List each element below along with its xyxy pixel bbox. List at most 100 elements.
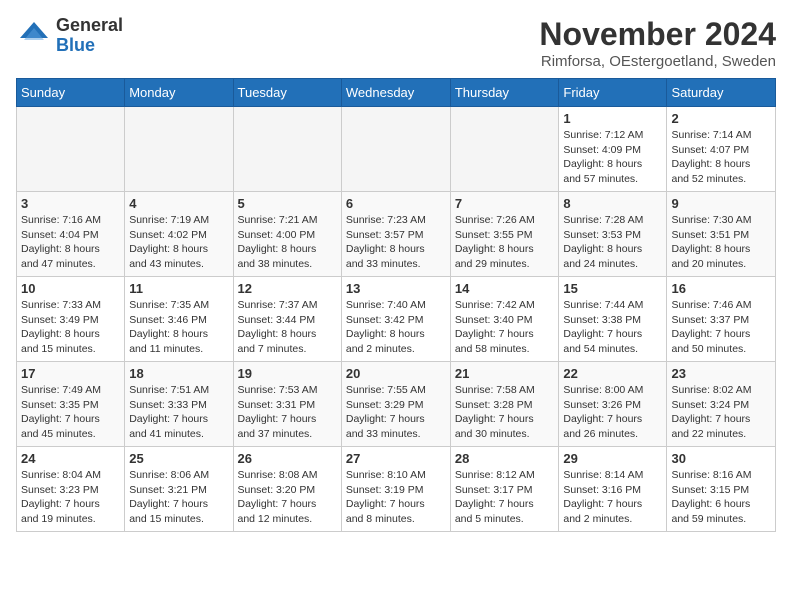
calendar-cell: 6 Sunrise: 7:23 AM Sunset: 3:57 PM Daylig… xyxy=(341,192,450,277)
calendar-cell: 20 Sunrise: 7:55 AM Sunset: 3:29 PM Dayli… xyxy=(341,362,450,447)
calendar-cell: 27 Sunrise: 8:10 AM Sunset: 3:19 PM Dayli… xyxy=(341,447,450,532)
day-number: 3 xyxy=(21,196,120,211)
calendar-cell: 25Sunrise: 8:06 AM Sunset: 3:21 PM Dayli… xyxy=(125,447,233,532)
day-info: Sunrise: 8:00 AM Sunset: 3:26 PM Dayligh… xyxy=(563,383,662,442)
calendar-cell: 3 Sunrise: 7:16 AM Sunset: 4:04 PM Daylig… xyxy=(17,192,125,277)
day-number: 15 xyxy=(563,281,662,296)
calendar-cell: 7 Sunrise: 7:26 AM Sunset: 3:55 PM Daylig… xyxy=(450,192,559,277)
day-number: 24 xyxy=(21,451,120,466)
day-info: Sunrise: 8:06 AM Sunset: 3:21 PM Dayligh… xyxy=(129,468,228,527)
day-number: 12 xyxy=(238,281,337,296)
day-info: Sunrise: 7:30 AM Sunset: 3:51 PM Dayligh… xyxy=(671,213,771,272)
day-number: 20 xyxy=(346,366,446,381)
week-row-1: 1 Sunrise: 7:12 AM Sunset: 4:09 PM Daylig… xyxy=(17,107,776,192)
day-info: Sunrise: 7:44 AM Sunset: 3:38 PM Dayligh… xyxy=(563,298,662,357)
calendar-cell: 22 Sunrise: 8:00 AM Sunset: 3:26 PM Dayli… xyxy=(559,362,667,447)
day-info: Sunrise: 8:10 AM Sunset: 3:19 PM Dayligh… xyxy=(346,468,446,527)
day-info: Sunrise: 7:12 AM Sunset: 4:09 PM Dayligh… xyxy=(563,128,662,187)
day-info: Sunrise: 7:19 AM Sunset: 4:02 PM Dayligh… xyxy=(129,213,228,272)
calendar-cell: 13 Sunrise: 7:40 AM Sunset: 3:42 PM Dayli… xyxy=(341,277,450,362)
day-number: 19 xyxy=(238,366,337,381)
calendar-cell: 14Sunrise: 7:42 AM Sunset: 3:40 PM Dayli… xyxy=(450,277,559,362)
day-info: Sunrise: 7:23 AM Sunset: 3:57 PM Dayligh… xyxy=(346,213,446,272)
calendar-table: SundayMondayTuesdayWednesdayThursdayFrid… xyxy=(16,78,776,532)
day-info: Sunrise: 8:14 AM Sunset: 3:16 PM Dayligh… xyxy=(563,468,662,527)
day-number: 27 xyxy=(346,451,446,466)
day-info: Sunrise: 7:16 AM Sunset: 4:04 PM Dayligh… xyxy=(21,213,120,272)
day-number: 29 xyxy=(563,451,662,466)
week-row-2: 3 Sunrise: 7:16 AM Sunset: 4:04 PM Daylig… xyxy=(17,192,776,277)
day-info: Sunrise: 8:16 AM Sunset: 3:15 PM Dayligh… xyxy=(671,468,771,527)
day-info: Sunrise: 7:53 AM Sunset: 3:31 PM Dayligh… xyxy=(238,383,337,442)
day-number: 14 xyxy=(455,281,555,296)
day-info: Sunrise: 8:12 AM Sunset: 3:17 PM Dayligh… xyxy=(455,468,555,527)
week-row-3: 10 Sunrise: 7:33 AM Sunset: 3:49 PM Dayli… xyxy=(17,277,776,362)
weekday-header-saturday: Saturday xyxy=(667,79,776,107)
location-subtitle: Rimforsa, OEstergoetland, Sweden xyxy=(539,53,776,70)
day-number: 9 xyxy=(671,196,771,211)
day-info: Sunrise: 7:28 AM Sunset: 3:53 PM Dayligh… xyxy=(563,213,662,272)
calendar-cell xyxy=(125,107,233,192)
calendar-cell: 29 Sunrise: 8:14 AM Sunset: 3:16 PM Dayli… xyxy=(559,447,667,532)
logo-blue: Blue xyxy=(56,35,95,55)
calendar-cell xyxy=(233,107,341,192)
calendar-cell: 24 Sunrise: 8:04 AM Sunset: 3:23 PM Dayli… xyxy=(17,447,125,532)
day-number: 5 xyxy=(238,196,337,211)
logo-icon xyxy=(16,18,52,54)
calendar-cell: 1 Sunrise: 7:12 AM Sunset: 4:09 PM Daylig… xyxy=(559,107,667,192)
day-info: Sunrise: 7:46 AM Sunset: 3:37 PM Dayligh… xyxy=(671,298,771,357)
page-header: General Blue November 2024 Rimforsa, OEs… xyxy=(16,16,776,70)
day-number: 8 xyxy=(563,196,662,211)
day-number: 28 xyxy=(455,451,555,466)
day-number: 13 xyxy=(346,281,446,296)
day-number: 17 xyxy=(21,366,120,381)
day-number: 10 xyxy=(21,281,120,296)
calendar-cell: 28 Sunrise: 8:12 AM Sunset: 3:17 PM Dayli… xyxy=(450,447,559,532)
calendar-cell: 9 Sunrise: 7:30 AM Sunset: 3:51 PM Daylig… xyxy=(667,192,776,277)
calendar-cell: 16 Sunrise: 7:46 AM Sunset: 3:37 PM Dayli… xyxy=(667,277,776,362)
calendar-cell: 2 Sunrise: 7:14 AM Sunset: 4:07 PM Daylig… xyxy=(667,107,776,192)
day-info: Sunrise: 8:02 AM Sunset: 3:24 PM Dayligh… xyxy=(671,383,771,442)
calendar-cell xyxy=(17,107,125,192)
day-info: Sunrise: 7:40 AM Sunset: 3:42 PM Dayligh… xyxy=(346,298,446,357)
weekday-header-tuesday: Tuesday xyxy=(233,79,341,107)
weekday-header-wednesday: Wednesday xyxy=(341,79,450,107)
weekday-header-friday: Friday xyxy=(559,79,667,107)
logo: General Blue xyxy=(16,16,123,56)
calendar-cell: 12Sunrise: 7:37 AM Sunset: 3:44 PM Dayli… xyxy=(233,277,341,362)
day-number: 21 xyxy=(455,366,555,381)
calendar-cell xyxy=(341,107,450,192)
weekday-header-sunday: Sunday xyxy=(17,79,125,107)
day-info: Sunrise: 7:58 AM Sunset: 3:28 PM Dayligh… xyxy=(455,383,555,442)
day-info: Sunrise: 7:35 AM Sunset: 3:46 PM Dayligh… xyxy=(129,298,228,357)
day-number: 11 xyxy=(129,281,228,296)
calendar-cell: 21 Sunrise: 7:58 AM Sunset: 3:28 PM Dayli… xyxy=(450,362,559,447)
day-number: 22 xyxy=(563,366,662,381)
calendar-cell: 11 Sunrise: 7:35 AM Sunset: 3:46 PM Dayli… xyxy=(125,277,233,362)
day-number: 1 xyxy=(563,111,662,126)
week-row-4: 17 Sunrise: 7:49 AM Sunset: 3:35 PM Dayli… xyxy=(17,362,776,447)
calendar-cell: 30Sunrise: 8:16 AM Sunset: 3:15 PM Dayli… xyxy=(667,447,776,532)
day-number: 16 xyxy=(671,281,771,296)
day-number: 23 xyxy=(671,366,771,381)
day-info: Sunrise: 7:26 AM Sunset: 3:55 PM Dayligh… xyxy=(455,213,555,272)
day-info: Sunrise: 8:08 AM Sunset: 3:20 PM Dayligh… xyxy=(238,468,337,527)
month-year-title: November 2024 xyxy=(539,16,776,53)
calendar-cell: 19 Sunrise: 7:53 AM Sunset: 3:31 PM Dayli… xyxy=(233,362,341,447)
title-block: November 2024 Rimforsa, OEstergoetland, … xyxy=(539,16,776,70)
calendar-cell xyxy=(450,107,559,192)
weekday-header-row: SundayMondayTuesdayWednesdayThursdayFrid… xyxy=(17,79,776,107)
day-info: Sunrise: 7:33 AM Sunset: 3:49 PM Dayligh… xyxy=(21,298,120,357)
day-info: Sunrise: 8:04 AM Sunset: 3:23 PM Dayligh… xyxy=(21,468,120,527)
day-number: 6 xyxy=(346,196,446,211)
day-number: 2 xyxy=(671,111,771,126)
weekday-header-thursday: Thursday xyxy=(450,79,559,107)
week-row-5: 24 Sunrise: 8:04 AM Sunset: 3:23 PM Dayli… xyxy=(17,447,776,532)
day-number: 4 xyxy=(129,196,228,211)
calendar-cell: 26Sunrise: 8:08 AM Sunset: 3:20 PM Dayli… xyxy=(233,447,341,532)
day-info: Sunrise: 7:49 AM Sunset: 3:35 PM Dayligh… xyxy=(21,383,120,442)
calendar-cell: 8 Sunrise: 7:28 AM Sunset: 3:53 PM Daylig… xyxy=(559,192,667,277)
day-info: Sunrise: 7:14 AM Sunset: 4:07 PM Dayligh… xyxy=(671,128,771,187)
day-number: 7 xyxy=(455,196,555,211)
day-info: Sunrise: 7:55 AM Sunset: 3:29 PM Dayligh… xyxy=(346,383,446,442)
